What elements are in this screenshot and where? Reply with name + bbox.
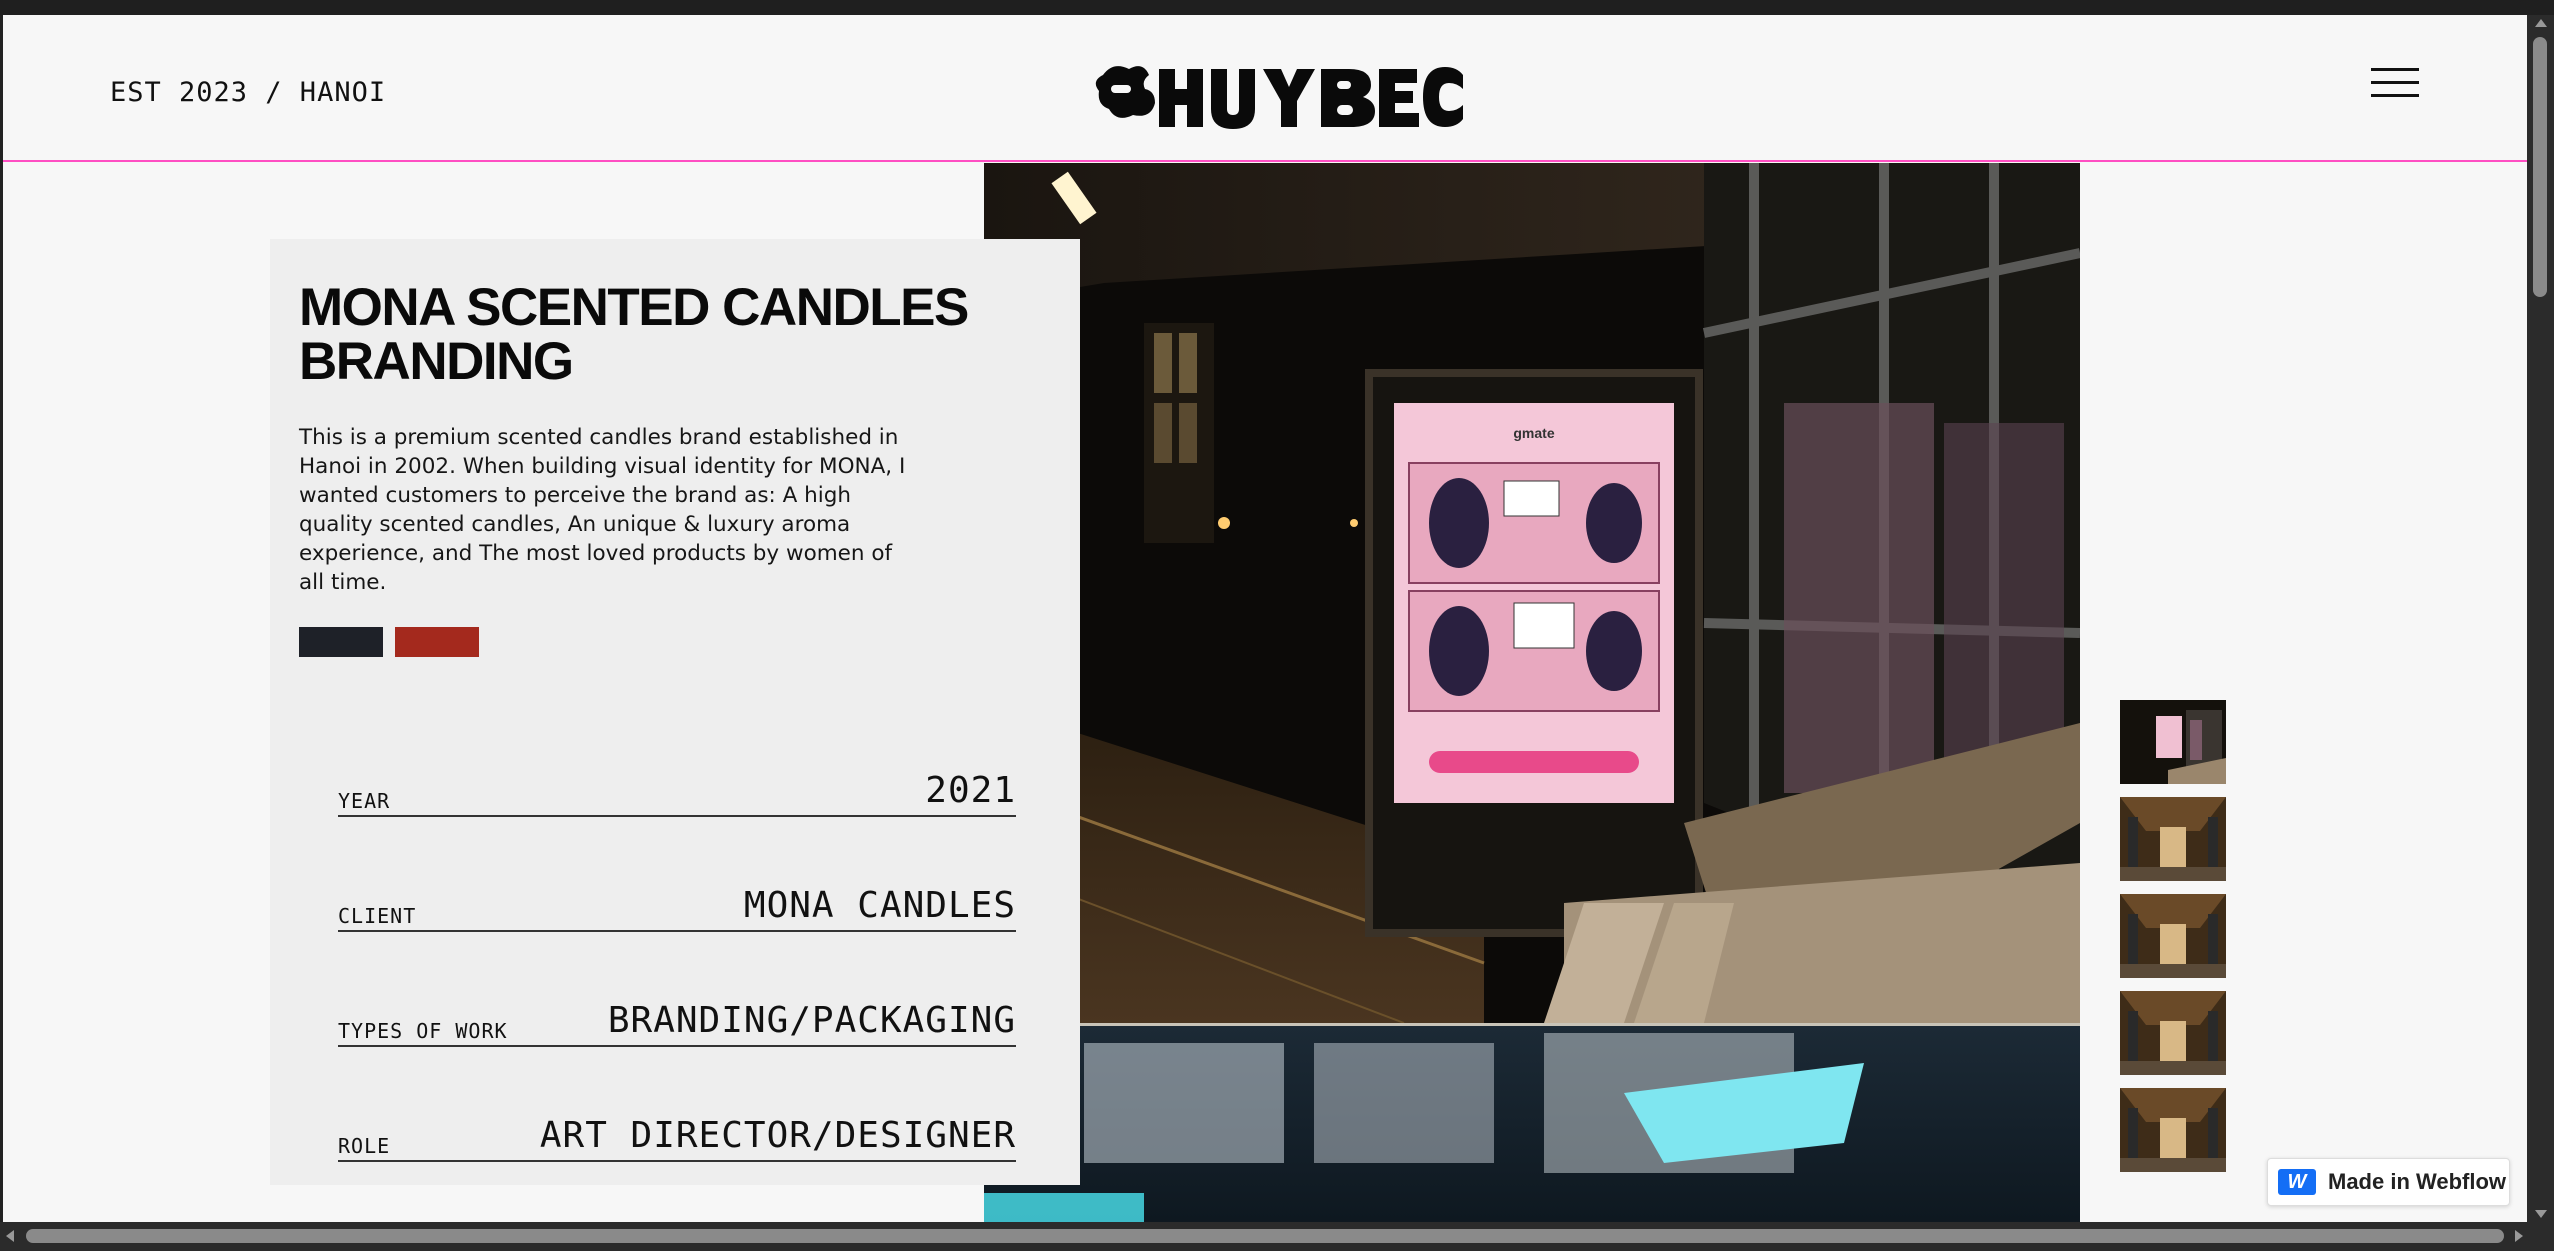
webflow-logo-icon: W: [2278, 1169, 2316, 1195]
vertical-scrollbar[interactable]: [2527, 15, 2554, 1222]
gallery-thumbnail-1[interactable]: [2120, 700, 2226, 784]
color-swatch-navy: [299, 627, 383, 657]
made-in-webflow-badge[interactable]: W Made in Webflow: [2267, 1158, 2510, 1206]
gallery-thumbnail-4[interactable]: [2120, 991, 2226, 1075]
horizontal-scroll-thumb[interactable]: [26, 1229, 2504, 1243]
gallery-thumbnails: [2120, 700, 2226, 1185]
logo-wordmark: [1095, 66, 1463, 129]
info-label: ROLE: [338, 1134, 391, 1158]
info-row-year: YEAR 2021: [338, 757, 1016, 817]
page-viewport: EST 2023 / HANOI gmate MONA SCENTED CAND…: [3, 15, 2527, 1222]
gallery-thumbnail-5[interactable]: [2120, 1088, 2226, 1172]
project-info-card: MONA SCENTED CANDLES BRANDING This is a …: [270, 239, 1080, 1185]
info-row-types-of-work: TYPES OF WORK BRANDING/PACKAGING: [338, 987, 1016, 1047]
vertical-scroll-thumb[interactable]: [2533, 37, 2547, 297]
project-title: MONA SCENTED CANDLES BRANDING: [299, 278, 969, 391]
info-label: YEAR: [338, 789, 391, 813]
info-row-client: CLIENT MONA CANDLES: [338, 872, 1016, 932]
scrollbar-corner: [2527, 1222, 2554, 1251]
info-value: MONA CANDLES: [743, 885, 1016, 926]
scroll-down-arrow-icon[interactable]: [2535, 1210, 2547, 1218]
est-tagline: EST 2023 / HANOI: [110, 77, 387, 108]
info-row-role: ROLE ART DIRECTOR/DESIGNER: [338, 1102, 1016, 1162]
color-swatch-red: [395, 627, 479, 657]
info-value: ART DIRECTOR/DESIGNER: [539, 1115, 1016, 1156]
info-label: CLIENT: [338, 904, 417, 928]
info-value: 2021: [925, 770, 1016, 811]
menu-hamburger-icon[interactable]: [2371, 68, 2419, 98]
hero-photo-bus-stop: gmate: [984, 163, 2080, 1222]
gallery-thumbnail-2[interactable]: [2120, 797, 2226, 881]
site-logo[interactable]: [1093, 55, 1463, 140]
scroll-up-arrow-icon[interactable]: [2535, 19, 2547, 27]
browser-top-bar: [0, 0, 2554, 15]
info-value: BRANDING/PACKAGING: [607, 1000, 1016, 1041]
scroll-left-arrow-icon[interactable]: [6, 1230, 14, 1242]
scroll-right-arrow-icon[interactable]: [2515, 1230, 2523, 1242]
info-label: TYPES OF WORK: [338, 1019, 508, 1043]
webflow-badge-label: Made in Webflow: [2328, 1169, 2507, 1194]
gallery-thumbnail-3[interactable]: [2120, 894, 2226, 978]
project-description: This is a premium scented candles brand …: [299, 425, 906, 595]
horizontal-scrollbar[interactable]: [0, 1222, 2554, 1251]
svg-text:gmate: gmate: [1513, 425, 1554, 441]
site-header: EST 2023 / HANOI: [3, 15, 2527, 162]
